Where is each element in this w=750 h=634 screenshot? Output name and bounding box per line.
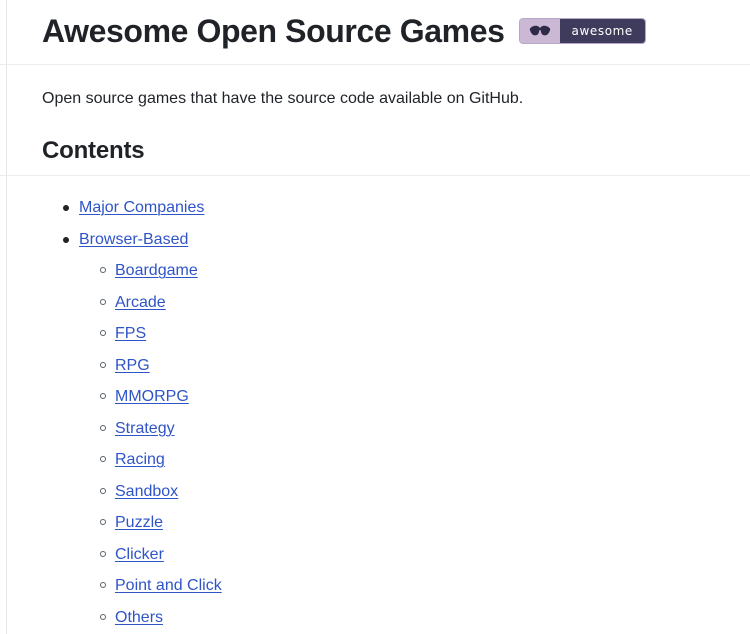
list-item: Boardgame bbox=[0, 255, 750, 287]
list-item: RPG bbox=[0, 350, 750, 382]
hollow-bullet-icon bbox=[100, 456, 106, 462]
list-item: Strategy bbox=[0, 413, 750, 445]
hollow-bullet-icon bbox=[100, 361, 106, 368]
list-item: Browser-Based bbox=[0, 224, 750, 256]
hollow-bullet-icon bbox=[100, 550, 106, 557]
toc-link-point-and-click[interactable]: Point and Click bbox=[115, 577, 222, 594]
awesome-badge-label: awesome bbox=[571, 24, 633, 38]
awesome-badge-icon-section bbox=[519, 19, 560, 43]
list-item: FPS bbox=[0, 318, 750, 350]
hollow-bullet-icon bbox=[100, 487, 106, 494]
bullet-icon bbox=[63, 236, 69, 243]
awesome-badge[interactable]: awesome bbox=[518, 18, 646, 44]
toc-link-fps[interactable]: FPS bbox=[115, 325, 146, 342]
page-title: Awesome Open Source Games bbox=[42, 13, 505, 49]
hollow-bullet-icon bbox=[100, 582, 106, 588]
hollow-bullet-icon bbox=[100, 519, 106, 525]
list-item: Major Companies bbox=[0, 192, 750, 224]
sunglasses-icon bbox=[529, 25, 550, 36]
list-item: Point and Click bbox=[0, 570, 750, 602]
list-item: Racing bbox=[0, 444, 750, 476]
list-item: Others bbox=[0, 602, 750, 634]
list-item: Sandbox bbox=[0, 476, 750, 508]
hollow-bullet-icon bbox=[100, 393, 106, 399]
hollow-bullet-icon bbox=[100, 330, 106, 336]
toc-link-puzzle[interactable]: Puzzle bbox=[115, 514, 163, 531]
toc-link-racing[interactable]: Racing bbox=[115, 451, 165, 468]
contents-heading: Contents bbox=[42, 137, 145, 164]
hollow-bullet-icon bbox=[100, 613, 106, 620]
hollow-bullet-icon bbox=[100, 424, 106, 431]
awesome-badge-label-section: awesome bbox=[559, 19, 645, 43]
hollow-bullet-icon bbox=[100, 298, 106, 305]
toc-link-major-companies[interactable]: Major Companies bbox=[79, 199, 204, 216]
toc-link-strategy[interactable]: Strategy bbox=[115, 420, 175, 437]
toc-link-clicker[interactable]: Clicker bbox=[115, 546, 164, 563]
readme-page: Awesome Open Source Games awesome Open s… bbox=[0, 0, 750, 633]
toc-link-sandbox[interactable]: Sandbox bbox=[115, 483, 178, 500]
hollow-bullet-icon bbox=[100, 267, 106, 273]
toc-link-rpg[interactable]: RPG bbox=[115, 357, 150, 374]
bullet-icon bbox=[63, 205, 69, 211]
toc-link-boardgame[interactable]: Boardgame bbox=[115, 262, 198, 279]
list-item: Clicker bbox=[0, 539, 750, 571]
toc-link-browser-based[interactable]: Browser-Based bbox=[79, 231, 188, 248]
toc-link-arcade[interactable]: Arcade bbox=[115, 294, 166, 311]
toc-link-others[interactable]: Others bbox=[115, 609, 163, 626]
list-item: Arcade bbox=[0, 287, 750, 319]
list-item: MMORPG bbox=[0, 381, 750, 413]
toc-link-mmorpg[interactable]: MMORPG bbox=[115, 388, 189, 405]
title-row: Awesome Open Source Games awesome bbox=[0, 8, 750, 54]
list-item: Puzzle bbox=[0, 507, 750, 539]
table-of-contents-list: Major Companies Browser-Based Boardgame Arc… bbox=[0, 176, 750, 633]
intro-paragraph: Open source games that have the source c… bbox=[42, 90, 524, 107]
